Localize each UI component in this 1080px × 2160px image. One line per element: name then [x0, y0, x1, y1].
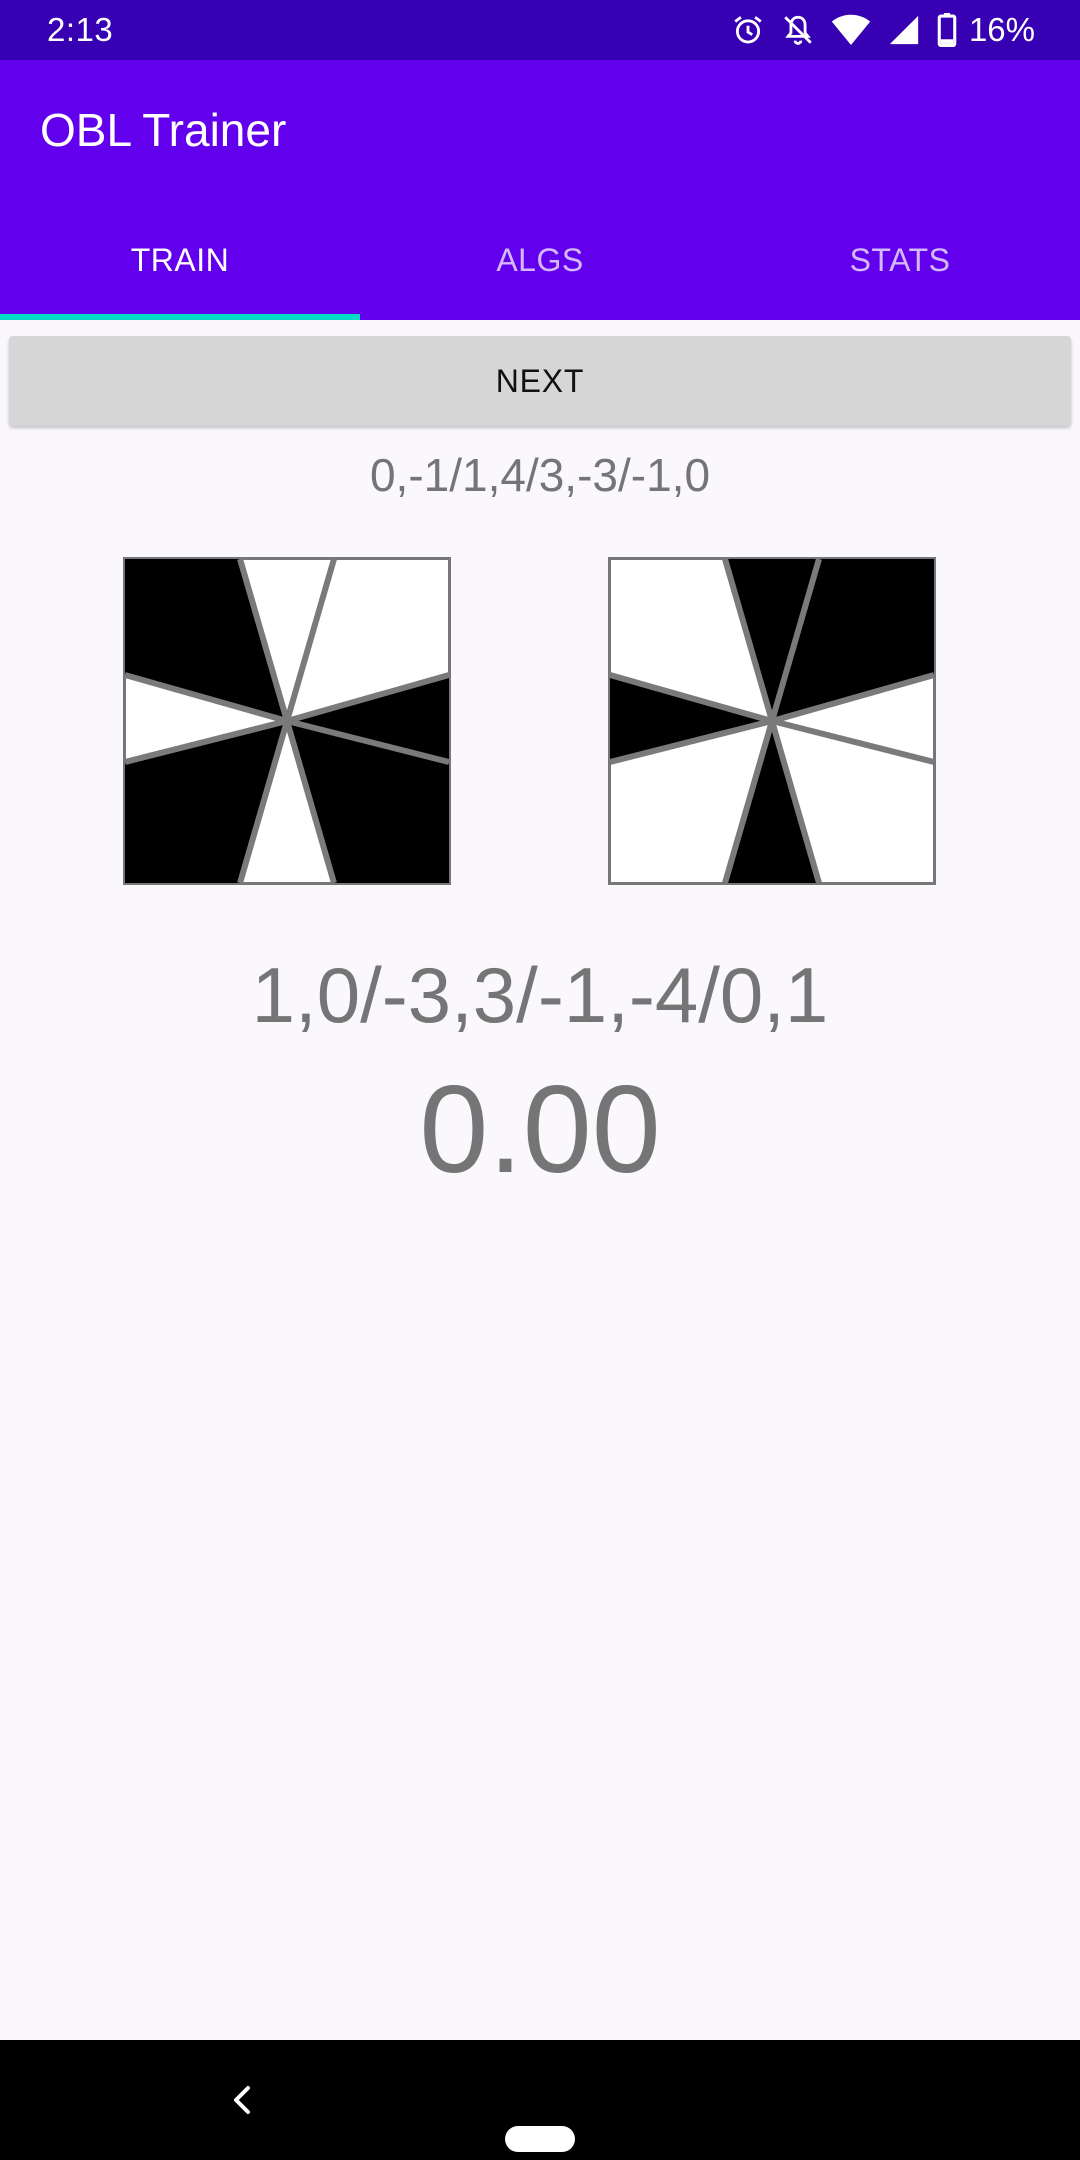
tab-train[interactable]: TRAIN [0, 200, 360, 320]
tab-train-label: TRAIN [130, 241, 230, 278]
alarm-icon [731, 13, 765, 47]
tab-algs-label: ALGS [496, 241, 584, 278]
wifi-icon [831, 13, 871, 47]
back-icon[interactable] [222, 2080, 262, 2120]
status-icons: 16% [731, 10, 1035, 50]
home-pill[interactable] [505, 2126, 575, 2152]
next-button[interactable]: NEXT [9, 336, 1071, 426]
tab-algs[interactable]: ALGS [360, 200, 720, 320]
notifications-off-icon [781, 13, 815, 47]
battery-icon [937, 13, 957, 47]
battery-percent: 16% [968, 11, 1035, 48]
solution-text: 1,0/-3,3/-1,-4/0,1 [251, 951, 829, 1039]
status-time: 2:13 [47, 11, 114, 48]
tab-indicator [0, 314, 360, 320]
cell-signal-icon [887, 13, 921, 47]
tab-stats-label: STATS [849, 241, 951, 278]
status-bar: 2:13 16% [0, 0, 1080, 60]
timer-display[interactable]: 0.00 [0, 1060, 1080, 1200]
scramble-text: 0,-1/1,4/3,-3/-1,0 [369, 449, 711, 501]
top-layer-diagram [123, 557, 451, 885]
app-title: OBL Trainer [40, 104, 287, 156]
tab-stats[interactable]: STATS [720, 200, 1080, 320]
app-bar: OBL Trainer TRAIN ALGS STATS [0, 60, 1080, 320]
tab-bar: TRAIN ALGS STATS [0, 200, 1080, 320]
navigation-bar [0, 2040, 1080, 2160]
bottom-layer-diagram [608, 557, 936, 885]
